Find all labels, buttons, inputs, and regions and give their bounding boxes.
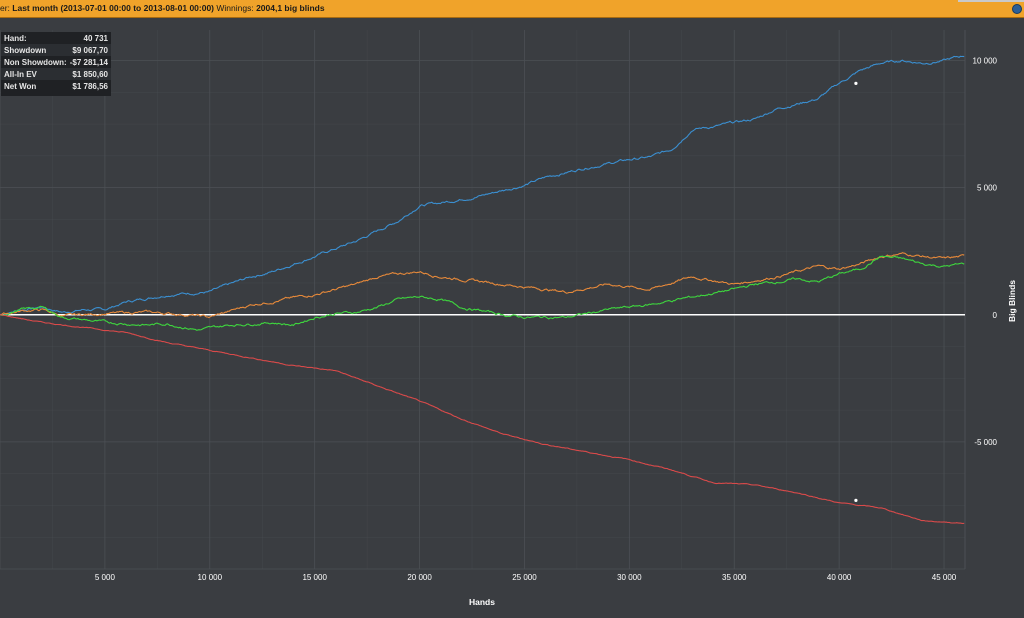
- stat-value: $9 067,70: [72, 46, 108, 55]
- y-tick-label: 0: [993, 311, 998, 320]
- x-tick-label: 25 000: [512, 573, 537, 582]
- stat-value: $1 786,56: [72, 82, 108, 91]
- chart-grid: [0, 30, 966, 570]
- stat-row: All-In EV $1 850,60: [1, 68, 111, 80]
- series-line-0: [0, 55, 965, 316]
- x-tick-label: 10 000: [198, 573, 223, 582]
- stat-value: -$7 281,14: [69, 58, 108, 67]
- x-tick-label: 20 000: [407, 573, 432, 582]
- stat-label: All-In EV: [4, 70, 37, 79]
- x-tick-label: 15 000: [302, 573, 327, 582]
- winnings-chart: 5 000 10 000 15 000 20 000 25 000 30 000 35 00…: [0, 30, 1017, 607]
- winnings-label: Winnings:: [214, 3, 257, 13]
- stat-label: Net Won: [4, 82, 37, 91]
- filter-value[interactable]: Last month (2013-07-01 00:00 to 2013-08-…: [12, 3, 214, 13]
- chart-series: [0, 55, 965, 525]
- stat-row: Hand: 40 731: [1, 32, 111, 44]
- y-tick-label: -5 000: [974, 438, 997, 447]
- stat-value: 40 731: [83, 34, 108, 43]
- filter-prefix: er:: [0, 3, 13, 13]
- stat-row: Showdown $9 067,70: [1, 44, 111, 56]
- x-tick-label: 35 000: [722, 573, 747, 582]
- x-axis-ticks: 5 000 10 000 15 000 20 000 25 000 30 000 35 00…: [95, 573, 957, 582]
- y-tick-label: 5 000: [977, 184, 998, 193]
- x-tick-label: 5 000: [95, 573, 116, 582]
- series-marker: [854, 498, 858, 502]
- stat-label: Hand:: [4, 34, 27, 43]
- stat-label: Showdown: [4, 46, 47, 55]
- globe-icon[interactable]: [1012, 4, 1022, 14]
- x-tick-label: 40 000: [827, 573, 852, 582]
- stat-value: $1 850,60: [72, 70, 108, 79]
- series-marker: [854, 81, 858, 85]
- y-axis-label: Big Blinds: [1007, 280, 1017, 322]
- series-line-1: [0, 252, 965, 319]
- x-tick-label: 30 000: [617, 573, 642, 582]
- header-scroll-strip: [958, 0, 1024, 2]
- winnings-value: 2004,1 big blinds: [256, 3, 325, 13]
- y-tick-label: 10 000: [973, 57, 998, 66]
- stat-label: Non Showdown:: [4, 58, 67, 67]
- stat-row: Non Showdown: -$7 281,14: [1, 56, 111, 68]
- series-line-3: [0, 314, 965, 525]
- x-tick-label: 45 000: [932, 573, 957, 582]
- stat-row: Net Won $1 786,56: [1, 80, 111, 92]
- filter-bar: er: Last month (2013-07-01 00:00 to 2013…: [0, 0, 1024, 18]
- filter-text: er: Last month (2013-07-01 00:00 to 2013…: [0, 3, 325, 13]
- stats-panel: Hand: 40 731 Showdown $9 067,70 Non Showdown…: [1, 32, 111, 96]
- y-axis-ticks: -5 000 0 5 000 10 000: [973, 57, 998, 447]
- x-axis-label: Hands: [469, 597, 495, 607]
- chart-markers: [854, 81, 858, 502]
- series-line-2: [0, 255, 965, 331]
